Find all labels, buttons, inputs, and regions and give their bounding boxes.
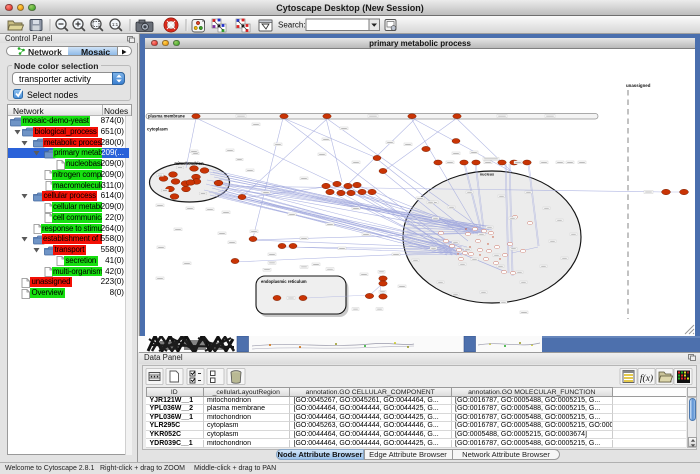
svg-text:endoplasmic reticulum: endoplasmic reticulum bbox=[261, 279, 307, 284]
svg-text:1:1: 1:1 bbox=[112, 22, 119, 27]
svg-text:plasma membrane: plasma membrane bbox=[148, 113, 185, 118]
svg-text:f(x): f(x) bbox=[640, 373, 653, 384]
svg-text:cytoplasm: cytoplasm bbox=[147, 126, 168, 131]
svg-text:nucleus: nucleus bbox=[480, 172, 494, 176]
svg-text:unassigned: unassigned bbox=[626, 83, 651, 88]
svg-text:mitochondrion: mitochondrion bbox=[174, 161, 204, 166]
svg-text:Search:: Search: bbox=[278, 21, 306, 30]
